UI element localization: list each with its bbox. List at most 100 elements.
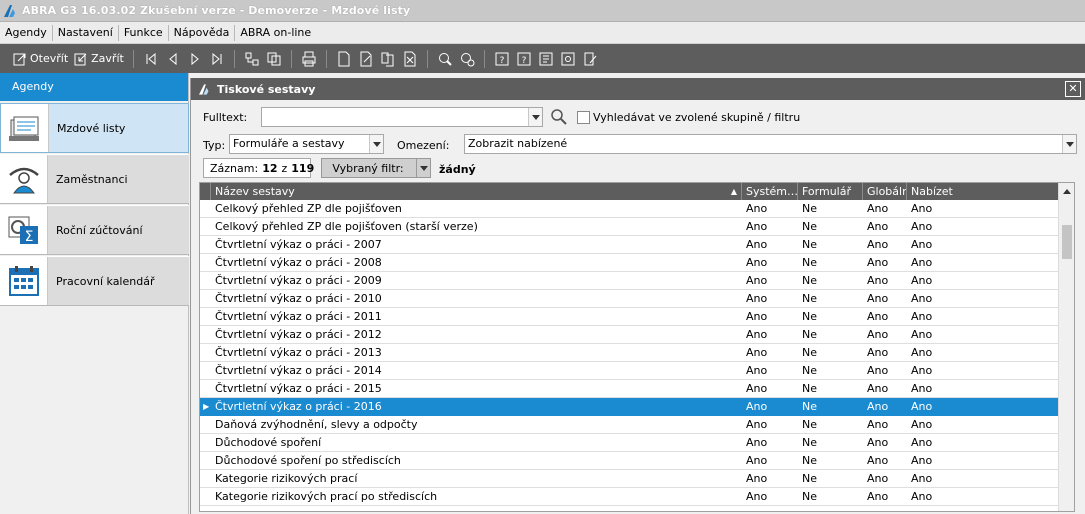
svg-text:?: ? xyxy=(521,56,526,66)
close-button[interactable]: Zavřít xyxy=(71,48,127,70)
help-icon: ? xyxy=(495,52,509,66)
cell-system: Ano xyxy=(746,364,768,377)
cell-name: Čtvrtletní výkaz o práci - 2007 xyxy=(215,238,382,251)
restriction-dropdown-arrow[interactable] xyxy=(1062,135,1076,153)
cell-offer: Ano xyxy=(911,364,933,377)
delete-button[interactable] xyxy=(399,48,421,70)
table-row[interactable]: Čtvrtletní výkaz o práci - 2009 Ano Ne Ano A… xyxy=(200,272,1074,290)
table-row[interactable]: ▶ Čtvrtletní výkaz o práci - 2016 Ano Ne Ano… xyxy=(200,398,1074,416)
table-row[interactable]: Čtvrtletní výkaz o práci - 2011 Ano Ne Ano A… xyxy=(200,308,1074,326)
table-row[interactable]: Kategorie rizikových prací Ano Ne Ano Ano xyxy=(200,470,1074,488)
context-help-button[interactable]: ? xyxy=(513,48,535,70)
print-button[interactable] xyxy=(298,48,320,70)
fulltext-input[interactable] xyxy=(261,107,543,127)
menu-napoveda[interactable]: Nápověda xyxy=(169,24,236,41)
cell-system: Ano xyxy=(746,310,768,323)
open-button[interactable]: Otevřít xyxy=(10,48,71,70)
cell-global: Ano xyxy=(867,202,889,215)
menu-agendy[interactable]: Agendy xyxy=(0,24,53,41)
new-button[interactable] xyxy=(333,48,355,70)
cell-form: Ne xyxy=(802,418,817,431)
cell-offer: Ano xyxy=(911,274,933,287)
close-button-label: Zavřít xyxy=(91,52,124,65)
scroll-thumb[interactable] xyxy=(1062,225,1072,259)
main-toolbar: Otevřít Zavřít ? ? xyxy=(0,44,1085,73)
fulltext-label: Fulltext: xyxy=(203,111,248,124)
sidebar-item-work-calendar[interactable]: Pracovní kalendář xyxy=(0,256,189,306)
restriction-select[interactable]: Zobrazit nabízené xyxy=(464,134,1077,154)
sidebar-item-employees[interactable]: Zaměstnanci xyxy=(0,154,189,204)
sidebar-item-label: Roční zúčtování xyxy=(56,223,143,237)
cell-system: Ano xyxy=(746,292,768,305)
menu-nastaveni[interactable]: Nastavení xyxy=(53,24,119,41)
table-row[interactable]: Celkový přehled ZP dle pojišťoven (starš… xyxy=(200,218,1074,236)
settings-button[interactable] xyxy=(557,48,579,70)
delete-icon xyxy=(404,51,416,66)
table-row[interactable]: Čtvrtletní výkaz o práci - 2015 Ano Ne Ano A… xyxy=(200,380,1074,398)
table-row[interactable]: Daňová zvýhodnění, slevy a odpočty Ano Ne A… xyxy=(200,416,1074,434)
panel-close-button[interactable]: ✕ xyxy=(1065,81,1081,97)
cell-global: Ano xyxy=(867,490,889,503)
context-help-icon: ? xyxy=(517,52,531,66)
search-button[interactable] xyxy=(434,48,456,70)
table-row[interactable]: Kategorie rizikových prací po střediscíc… xyxy=(200,488,1074,506)
table-row[interactable]: Čtvrtletní výkaz o práci - 2013 Ano Ne Ano A… xyxy=(200,344,1074,362)
sidebar-item-payroll-lists[interactable]: Mzdové listy xyxy=(0,103,189,153)
column-header-form[interactable]: Formulář xyxy=(798,183,863,200)
cell-system: Ano xyxy=(746,490,768,503)
column-header-offer[interactable]: Nabízet xyxy=(907,183,1060,200)
table-row[interactable]: Čtvrtletní výkaz o práci - 2007 Ano Ne Ano A… xyxy=(200,236,1074,254)
row-indicator xyxy=(200,434,211,451)
cell-form: Ne xyxy=(802,382,817,395)
column-header-name[interactable]: Název sestavy ▲ xyxy=(211,183,742,200)
cell-form: Ne xyxy=(802,364,817,377)
cell-global: Ano xyxy=(867,310,889,323)
filter-button[interactable]: Vybraný filtr: xyxy=(321,158,431,178)
cell-offer: Ano xyxy=(911,436,933,449)
table-row[interactable]: Celkový přehled ZP dle pojišťoven Ano Ne An… xyxy=(200,200,1074,218)
help-button[interactable]: ? xyxy=(491,48,513,70)
copy-button[interactable] xyxy=(263,48,285,70)
cell-offer: Ano xyxy=(911,382,933,395)
global-search-button[interactable] xyxy=(456,48,478,70)
sidebar-item-label: Pracovní kalendář xyxy=(56,274,155,288)
filter-label: Vybraný filtr: xyxy=(332,161,404,175)
next-record-button[interactable] xyxy=(184,48,206,70)
cell-form: Ne xyxy=(802,256,817,269)
menu-funkce[interactable]: Funkce xyxy=(119,24,169,41)
sidebar-item-annual-settlement[interactable]: Σ Roční zúčtování xyxy=(0,205,189,255)
edit-button[interactable] xyxy=(355,48,377,70)
type-select[interactable]: Formuláře a sestavy xyxy=(229,134,384,154)
menu-bar: Agendy Nastavení Funkce Nápověda ABRA on… xyxy=(0,22,1085,44)
row-indicator xyxy=(200,416,211,433)
duplicate-icon xyxy=(381,52,394,66)
row-indicator xyxy=(200,236,211,253)
prev-record-button[interactable] xyxy=(162,48,184,70)
table-row[interactable]: Čtvrtletní výkaz o práci - 2014 Ano Ne Ano A… xyxy=(200,362,1074,380)
duplicate-button[interactable] xyxy=(377,48,399,70)
cell-name: Důchodové spoření po střediscích xyxy=(215,454,401,467)
last-record-button[interactable] xyxy=(206,48,228,70)
table-row[interactable]: Čtvrtletní výkaz o práci - 2010 Ano Ne Ano A… xyxy=(200,290,1074,308)
menu-abra-online[interactable]: ABRA on-line xyxy=(235,25,316,41)
column-header-system[interactable]: Systém… xyxy=(742,183,798,200)
filter-dropdown-arrow[interactable] xyxy=(416,159,430,177)
cell-offer: Ano xyxy=(911,238,933,251)
tree-button[interactable] xyxy=(241,48,263,70)
search-icon[interactable] xyxy=(550,108,568,126)
type-dropdown-arrow[interactable] xyxy=(369,135,383,153)
column-header-global[interactable]: Globální xyxy=(863,183,907,200)
table-row[interactable]: Důchodové spoření po střediscích Ano Ne Ano… xyxy=(200,452,1074,470)
table-row[interactable]: Čtvrtletní výkaz o práci - 2008 Ano Ne Ano A… xyxy=(200,254,1074,272)
table-row[interactable]: Důchodové spoření Ano Ne Ano Ano xyxy=(200,434,1074,452)
cell-form: Ne xyxy=(802,238,817,251)
search-in-group-checkbox[interactable] xyxy=(577,111,590,124)
scroll-up-icon[interactable] xyxy=(1059,183,1074,199)
manual-button[interactable] xyxy=(535,48,557,70)
fulltext-dropdown-arrow[interactable] xyxy=(528,108,542,126)
table-row[interactable]: Čtvrtletní výkaz o práci - 2012 Ano Ne Ano A… xyxy=(200,326,1074,344)
first-record-button[interactable] xyxy=(140,48,162,70)
notes-button[interactable] xyxy=(579,48,601,70)
new-document-icon xyxy=(338,51,350,66)
vertical-scrollbar[interactable] xyxy=(1058,183,1074,511)
